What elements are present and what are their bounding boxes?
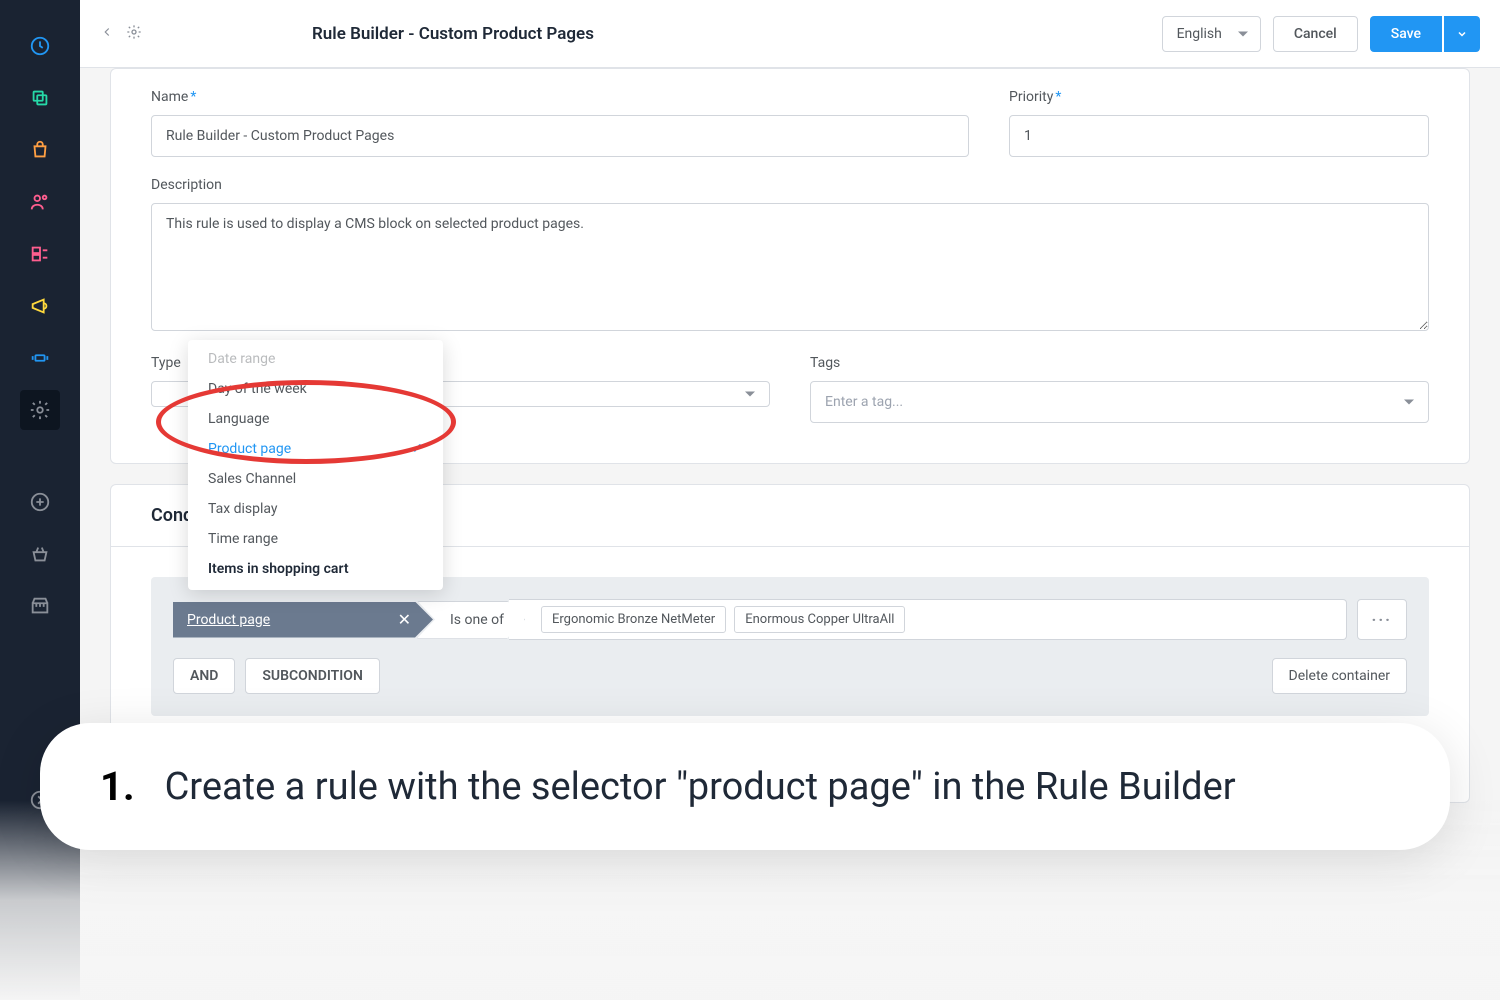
- condition-more-icon[interactable]: ···: [1357, 599, 1407, 640]
- back-icon[interactable]: [100, 24, 114, 43]
- priority-input[interactable]: [1009, 115, 1429, 157]
- instruction-bar: 1. Create a rule with the selector "prod…: [40, 723, 1450, 850]
- save-dropdown-icon[interactable]: [1444, 16, 1480, 52]
- cancel-button[interactable]: Cancel: [1273, 16, 1358, 52]
- dropdown-item[interactable]: Day of the week: [188, 374, 443, 404]
- condition-container: Product page ✕ Is one of Ergonomic Bronz…: [151, 577, 1429, 716]
- tags-label: Tags: [810, 355, 1429, 371]
- dashboard-icon[interactable]: [20, 26, 60, 66]
- dropdown-item[interactable]: Sales Channel: [188, 464, 443, 494]
- copy-icon[interactable]: [20, 78, 60, 118]
- bag-icon[interactable]: [20, 130, 60, 170]
- close-icon[interactable]: ✕: [398, 610, 411, 629]
- dropdown-item[interactable]: Time range: [188, 524, 443, 554]
- type-dropdown: Date range Day of the week Language Prod…: [188, 340, 443, 590]
- plugin-icon[interactable]: [20, 338, 60, 378]
- condition-tag: Enormous Copper UltraAll: [734, 606, 905, 633]
- users-icon[interactable]: [20, 182, 60, 222]
- dropdown-group-header: Items in shopping cart: [188, 554, 443, 584]
- dropdown-item[interactable]: Item: [188, 584, 443, 590]
- dropdown-item[interactable]: Date range: [188, 344, 443, 374]
- save-button[interactable]: Save: [1370, 16, 1442, 52]
- condition-values[interactable]: Ergonomic Bronze NetMeter Enormous Coppe…: [509, 599, 1347, 640]
- dropdown-item-selected[interactable]: Product page✓: [188, 434, 443, 464]
- description-input[interactable]: This rule is used to display a CMS block…: [151, 203, 1429, 331]
- language-select[interactable]: English: [1162, 16, 1261, 52]
- settings-icon[interactable]: [20, 390, 60, 430]
- condition-tag: Ergonomic Bronze NetMeter: [541, 606, 726, 633]
- layout-icon[interactable]: [20, 234, 60, 274]
- dropdown-item[interactable]: Language: [188, 404, 443, 434]
- page-title: Rule Builder - Custom Product Pages: [312, 24, 594, 44]
- sidebar: [0, 0, 80, 1000]
- delete-container-button[interactable]: Delete container: [1272, 658, 1407, 694]
- instruction-number: 1.: [100, 763, 135, 810]
- description-label: Description: [151, 177, 1429, 193]
- priority-label: Priority*: [1009, 89, 1429, 105]
- gear-icon[interactable]: [126, 24, 142, 44]
- condition-field-chip[interactable]: Product page ✕: [173, 602, 433, 638]
- name-input[interactable]: [151, 115, 969, 157]
- name-label: Name*: [151, 89, 969, 105]
- instruction-text: Create a rule with the selector "product…: [165, 765, 1236, 809]
- dropdown-item[interactable]: Tax display: [188, 494, 443, 524]
- check-icon: ✓: [411, 441, 423, 457]
- add-icon[interactable]: [20, 482, 60, 522]
- megaphone-icon[interactable]: [20, 286, 60, 326]
- tags-select[interactable]: Enter a tag...: [810, 381, 1429, 423]
- condition-operator[interactable]: Is one of: [417, 601, 525, 639]
- and-button[interactable]: AND: [173, 658, 235, 694]
- basket-icon[interactable]: [20, 534, 60, 574]
- store-icon[interactable]: [20, 586, 60, 626]
- subcondition-button[interactable]: SUBCONDITION: [245, 658, 379, 694]
- topbar: Rule Builder - Custom Product Pages Engl…: [80, 0, 1500, 68]
